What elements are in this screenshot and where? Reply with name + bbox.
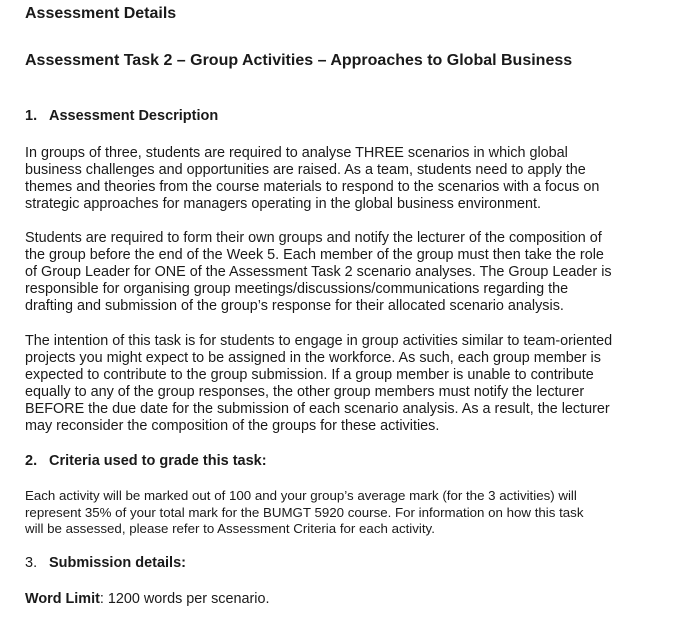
text-line: Each activity will be marked out of 100 … <box>25 488 577 503</box>
text-line: the group before the end of the Week 5. … <box>25 247 604 263</box>
word-limit: Word Limit: 1200 words per scenario. <box>25 591 269 607</box>
paragraph-description-3: The intention of this task is for studen… <box>25 333 690 435</box>
text-line: may reconsider the composition of the gr… <box>25 418 440 434</box>
text-line: represent 35% of your total mark for the… <box>25 504 584 520</box>
text-line: expected to contribute to the group subm… <box>25 367 594 383</box>
section-heading-description: 1. Assessment Description <box>25 108 218 124</box>
section-title: Submission details: <box>49 555 186 571</box>
text-line: drafting and submission of the group’s r… <box>25 298 564 314</box>
text-line: Students are required to form their own … <box>25 230 602 246</box>
text-line: will be assessed, please refer to Assess… <box>25 521 435 536</box>
section-title: Assessment Description <box>49 108 219 124</box>
text-line: themes and theories from the course mate… <box>25 179 600 195</box>
text-line: In groups of three, students are require… <box>25 145 568 161</box>
text-line: equally to any of the group responses, t… <box>25 384 585 400</box>
word-limit-value: : 1200 words per scenario. <box>99 591 270 607</box>
text-line: strategic approaches for managers operat… <box>25 196 541 212</box>
section-title: Criteria used to grade this task: <box>49 453 267 469</box>
section-number: 2. <box>25 453 38 469</box>
task-title: Assessment Task 2 – Group Activities – A… <box>25 52 573 69</box>
text-line: BEFORE the due date for the submission o… <box>25 401 610 417</box>
text-line: business challenges and opportunities ar… <box>25 162 586 178</box>
text-line: responsible for organising group meeting… <box>25 281 569 297</box>
section-number: 1. <box>25 108 38 124</box>
text-line: projects you might expect to be assigned… <box>25 350 601 366</box>
section-number: 3. <box>25 555 38 571</box>
paragraph-criteria: Each activity will be marked out of 100 … <box>25 488 690 538</box>
text-line: of Group Leader for ONE of the Assessmen… <box>25 264 612 280</box>
section-heading-submission: 3. Submission details: <box>25 555 186 571</box>
section-heading-criteria: 2. Criteria used to grade this task: <box>25 453 267 469</box>
paragraph-description-1: In groups of three, students are require… <box>25 145 690 213</box>
assessment-details-heading: Assessment Details <box>25 5 177 22</box>
text-line: The intention of this task is for studen… <box>25 333 613 349</box>
paragraph-description-2: Students are required to form their own … <box>25 230 690 315</box>
word-limit-label: Word Limit <box>25 591 100 607</box>
